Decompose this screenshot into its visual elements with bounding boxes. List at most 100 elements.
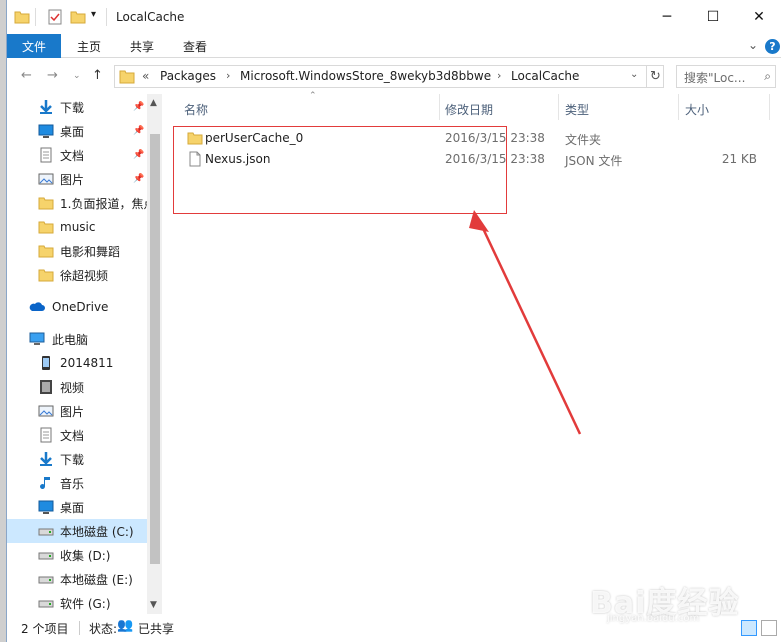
title-bar: ▾ LocalCache ─ ☐ ✕ — [7, 0, 781, 34]
pin-icon[interactable]: 📌 — [133, 126, 144, 136]
column-divider[interactable] — [678, 94, 679, 120]
minimize-button[interactable]: ─ — [644, 0, 690, 34]
sidebar-item[interactable]: 电影和舞蹈 — [7, 239, 147, 263]
column-divider[interactable] — [769, 94, 770, 120]
navigation-bar: ← → ⌄ ↑ « Packages › Microsoft.WindowsSt… — [7, 58, 781, 94]
sidebar-item[interactable]: 软件 (G:) — [7, 591, 147, 614]
sidebar-item[interactable]: 图片 — [7, 399, 147, 423]
scroll-thumb[interactable] — [150, 134, 160, 564]
help-icon[interactable]: ? — [765, 39, 780, 54]
scroll-up-icon[interactable]: ▲ — [150, 98, 157, 108]
sidebar-item[interactable]: 此电脑 — [7, 327, 147, 351]
drive-icon — [38, 595, 54, 611]
maximize-button[interactable]: ☐ — [690, 0, 736, 34]
desktop-icon — [38, 123, 54, 139]
breadcrumb-packages[interactable]: Packages — [160, 69, 216, 83]
annotation-highlight-box — [173, 126, 507, 214]
sidebar-item-label: 1.负面报道，焦点 — [60, 196, 148, 211]
music-icon — [38, 475, 54, 491]
download-icon — [38, 451, 54, 467]
onedrive-icon — [29, 299, 45, 315]
column-type[interactable]: 类型 — [565, 99, 589, 119]
pin-icon[interactable]: 📌 — [133, 102, 144, 112]
new-folder-icon[interactable] — [70, 9, 86, 25]
expand-ribbon-icon[interactable]: ⌄ — [748, 38, 758, 52]
address-dropdown-icon[interactable]: ⌄ — [630, 69, 638, 80]
sidebar-item[interactable]: 音乐 — [7, 471, 147, 495]
status-value: 已共享 — [138, 622, 175, 636]
sidebar-item-label: 收集 (D:) — [60, 548, 111, 563]
computer-icon — [29, 331, 45, 347]
sidebar-item[interactable]: 下载 📌 — [7, 95, 147, 119]
sidebar-item[interactable]: 徐超视频 — [7, 263, 147, 287]
chevron-right-icon[interactable]: › — [226, 69, 230, 82]
sidebar-item[interactable]: 2014811 — [7, 351, 147, 375]
quick-access-dropdown-icon[interactable]: ▾ — [91, 9, 96, 20]
tab-view[interactable]: 查看 — [183, 34, 207, 58]
breadcrumb-localcache[interactable]: LocalCache — [511, 69, 579, 83]
sidebar-item[interactable]: 桌面 📌 — [7, 119, 147, 143]
pin-icon[interactable]: 📌 — [133, 174, 144, 184]
search-placeholder: 搜索"Loc... — [684, 71, 746, 85]
nav-scrollbar[interactable]: ▲ ▼ — [147, 94, 162, 614]
sidebar-item[interactable]: 下载 — [7, 447, 147, 471]
refresh-button[interactable]: ↻ — [646, 66, 664, 87]
address-bar[interactable]: « Packages › Microsoft.WindowsStore_8wek… — [114, 65, 664, 88]
breadcrumb-overflow[interactable]: « — [142, 69, 149, 83]
sidebar-item[interactable]: 收集 (D:) — [7, 543, 147, 567]
phone-icon — [38, 355, 54, 371]
ribbon-tabs: 文件 主页 共享 查看 ⌄ ? — [7, 34, 781, 58]
sidebar-item-label: 本地磁盘 (C:) — [60, 524, 134, 539]
recent-locations-icon[interactable]: ⌄ — [73, 71, 81, 81]
forward-button[interactable]: → — [47, 68, 58, 83]
folder-icon — [38, 267, 54, 283]
sort-ascending-icon: ⌃ — [309, 91, 317, 101]
column-size[interactable]: 大小 — [685, 99, 709, 119]
minimize-icon: ─ — [662, 9, 672, 25]
up-button[interactable]: ↑ — [92, 68, 103, 83]
sidebar-item-label: 本地磁盘 (E:) — [60, 572, 133, 587]
breadcrumb-windowsstore[interactable]: Microsoft.WindowsStore_8wekyb3d8bbwe — [240, 69, 491, 83]
sidebar-item-label: 视频 — [60, 380, 85, 395]
video-icon — [38, 379, 54, 395]
details-view-button[interactable] — [741, 620, 757, 636]
sidebar-item[interactable]: 桌面 — [7, 495, 147, 519]
large-icons-view-button[interactable] — [761, 620, 777, 636]
properties-icon[interactable] — [47, 9, 63, 25]
sidebar-item[interactable]: 1.负面报道，焦点 — [7, 191, 148, 215]
sidebar-item-label: music — [60, 220, 96, 234]
scroll-down-icon[interactable]: ▼ — [150, 600, 157, 610]
document-icon — [38, 427, 54, 443]
tab-file[interactable]: 文件 — [7, 34, 61, 58]
sidebar-item[interactable]: 文档 📌 — [7, 143, 147, 167]
file-type: 文件夹 — [565, 133, 602, 147]
back-button[interactable]: ← — [21, 68, 32, 83]
sidebar-item[interactable]: 本地磁盘 (C:) — [7, 519, 147, 543]
tab-home[interactable]: 主页 — [77, 34, 101, 58]
pin-icon[interactable]: 📌 — [133, 150, 144, 160]
sidebar-item[interactable]: 视频 — [7, 375, 147, 399]
column-divider[interactable] — [558, 94, 559, 120]
search-box[interactable]: 搜索"Loc... ⌕ — [676, 65, 776, 88]
folder-icon[interactable] — [14, 9, 30, 25]
sidebar-item-label: 图片 — [60, 404, 85, 419]
chevron-right-icon[interactable]: › — [497, 69, 501, 82]
column-date[interactable]: 修改日期 — [445, 99, 493, 119]
sidebar-item[interactable]: OneDrive — [7, 295, 147, 319]
sidebar-item[interactable]: 文档 — [7, 423, 147, 447]
column-divider[interactable] — [439, 94, 440, 120]
column-name[interactable]: 名称 — [184, 99, 208, 119]
sidebar-item-label: 2014811 — [60, 356, 114, 370]
search-icon: ⌕ — [764, 69, 771, 83]
sidebar-item[interactable]: 图片 📌 — [7, 167, 147, 191]
close-button[interactable]: ✕ — [736, 0, 781, 34]
sidebar-item-label: 桌面 — [60, 500, 85, 515]
picture-icon — [38, 171, 54, 187]
sidebar-item[interactable]: 本地磁盘 (E:) — [7, 567, 147, 591]
file-size: 21 KB — [721, 152, 757, 166]
sidebar-item[interactable]: music — [7, 215, 147, 239]
close-icon: ✕ — [753, 9, 765, 25]
tab-share[interactable]: 共享 — [130, 34, 154, 58]
sidebar-item-label: 软件 (G:) — [60, 596, 111, 611]
folder-icon — [38, 195, 54, 211]
